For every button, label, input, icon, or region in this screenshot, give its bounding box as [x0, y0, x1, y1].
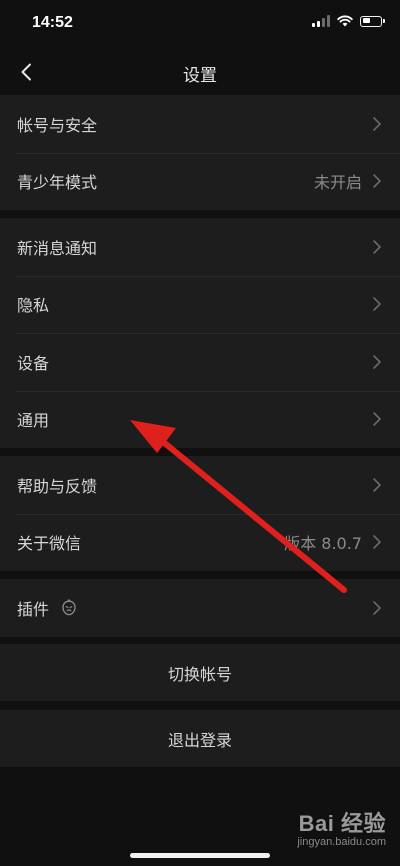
logout-label: 退出登录 [167, 730, 232, 750]
settings-item-label: 关于微信 [17, 534, 82, 554]
chevron-right-icon [373, 535, 381, 550]
chevron-right-icon [373, 174, 381, 189]
settings-item-plugins[interactable]: 插件 [0, 579, 400, 637]
settings-item-label: 新消息通知 [17, 238, 98, 258]
settings-item-privacy[interactable]: 隐私 [0, 275, 400, 334]
settings-item-general[interactable]: 通用 [0, 390, 400, 449]
navigation-bar: 设置 [0, 50, 400, 94]
settings-item-label: 通用 [17, 411, 50, 431]
status-time: 14:52 [32, 14, 73, 31]
home-indicator[interactable] [130, 853, 270, 858]
plugin-icon [62, 598, 76, 616]
chevron-right-icon [373, 600, 381, 615]
version-value: 版本 8.0.7 [284, 534, 362, 554]
settings-item-label: 青少年模式 [17, 173, 98, 193]
settings-group-general: 新消息通知 隐私 设备 通用 [0, 218, 400, 448]
chevron-right-icon [373, 116, 381, 131]
settings-item-help-feedback[interactable]: 帮助与反馈 [0, 456, 400, 514]
settings-item-value: 未开启 [313, 173, 362, 193]
watermark-url: jingyan.baidu.com [297, 836, 386, 848]
watermark-logo: Bai 经验 [298, 811, 386, 836]
settings-item-about-wechat[interactable]: 关于微信 版本 8.0.7 [0, 513, 400, 572]
settings-item-label: 帐号与安全 [17, 115, 98, 135]
settings-group-account: 帐号与安全 青少年模式 未开启 [0, 95, 400, 210]
settings-item-notifications[interactable]: 新消息通知 [0, 218, 400, 276]
settings-item-label: 隐私 [17, 296, 50, 316]
settings-item-teen-mode[interactable]: 青少年模式 未开启 [0, 152, 400, 211]
logout-button[interactable]: 退出登录 [0, 710, 400, 767]
settings-group-about: 帮助与反馈 关于微信 版本 8.0.7 [0, 456, 400, 571]
battery-icon [360, 15, 385, 27]
chevron-right-icon [373, 354, 381, 369]
settings-item-label: 插件 [17, 599, 50, 619]
cellular-signal-icon [312, 15, 330, 27]
baidu-jingyan-watermark: Bai 经验 jingyan.baidu.com [297, 806, 386, 848]
settings-item-devices[interactable]: 设备 [0, 333, 400, 391]
settings-group-plugins: 插件 [0, 579, 400, 637]
chevron-right-icon [373, 477, 381, 492]
wifi-icon [337, 15, 353, 27]
chevron-right-icon [373, 412, 381, 427]
settings-item-label: 设备 [17, 353, 50, 373]
status-bar: 14:52 [0, 0, 400, 50]
switch-account-label: 切换帐号 [167, 664, 232, 684]
chevron-right-icon [373, 297, 381, 312]
switch-account-button[interactable]: 切换帐号 [0, 644, 400, 701]
status-icons [312, 15, 385, 27]
chevron-right-icon [373, 239, 381, 254]
settings-item-label: 帮助与反馈 [17, 476, 98, 496]
settings-item-account-security[interactable]: 帐号与安全 [0, 95, 400, 153]
page-title: 设置 [183, 66, 217, 86]
